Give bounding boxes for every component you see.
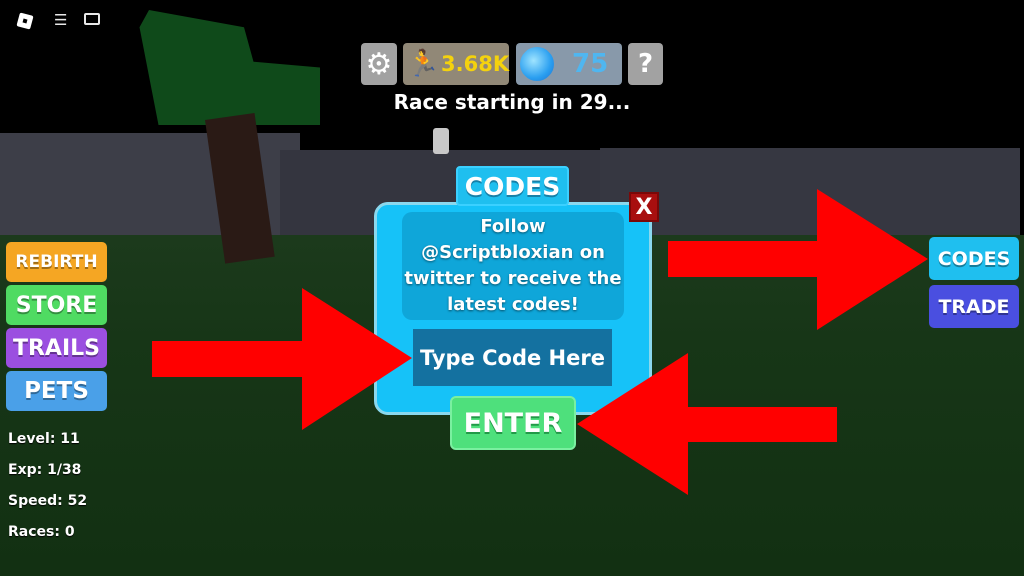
arrow-to-codes-button-icon bbox=[668, 189, 928, 330]
annotation-arrows bbox=[152, 189, 928, 495]
arrow-to-code-input-icon bbox=[152, 288, 412, 430]
arrow-to-enter-button-icon bbox=[577, 353, 837, 495]
